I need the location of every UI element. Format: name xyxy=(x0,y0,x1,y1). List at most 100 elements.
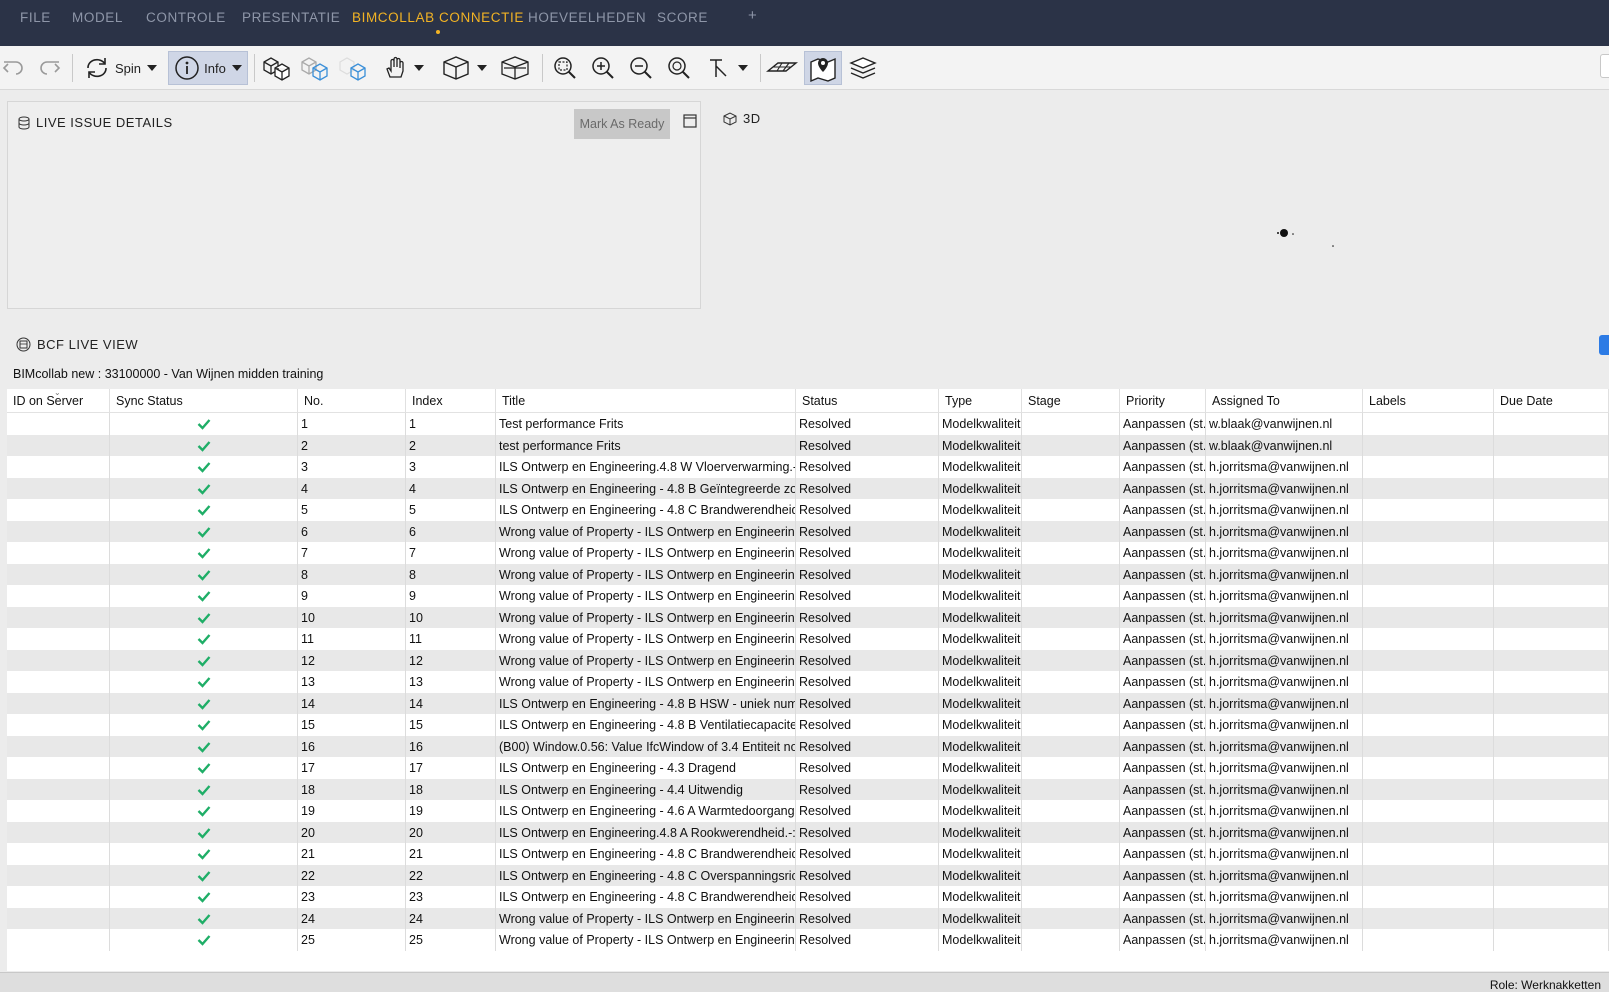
cell-assigned-to: h.jorritsma@vanwijnen.nl xyxy=(1206,757,1363,779)
column-header-priority[interactable]: Priority xyxy=(1120,389,1206,413)
transparent-button[interactable] xyxy=(298,51,332,85)
menu-tab-model[interactable]: MODEL xyxy=(72,0,123,46)
cell-labels xyxy=(1363,563,1494,586)
cell-assigned-to: h.jorritsma@vanwijnen.nl xyxy=(1206,606,1363,629)
section-box-button[interactable] xyxy=(496,51,534,85)
column-header-stage[interactable]: Stage xyxy=(1022,389,1120,413)
table-row[interactable]: 24 24 Wrong value of Property - ILS Ontwer… xyxy=(7,907,1609,930)
table-row[interactable]: 23 23 ILS Ontwerp en Engineering - 4.8 C B… xyxy=(7,886,1609,908)
cell-stage xyxy=(1022,714,1120,736)
zoom-extents-button[interactable] xyxy=(548,51,582,85)
chevron-down-icon xyxy=(147,65,158,71)
menu-tab-file[interactable]: FILE xyxy=(20,0,51,46)
table-row[interactable]: 7 7 Wrong value of Property - ILS Ontwerp … xyxy=(7,542,1609,564)
table-row[interactable]: 12 12 Wrong value of Property - ILS Ontwer… xyxy=(7,649,1609,672)
table-row[interactable]: 5 5 ILS Ontwerp en Engineering - 4.8 C Bra… xyxy=(7,499,1609,521)
column-header-index[interactable]: Index xyxy=(406,389,496,413)
cell-index: 3 xyxy=(406,456,496,478)
show-all-button[interactable] xyxy=(260,51,294,85)
table-row[interactable]: 1 1 Test performance Frits Resolved Modelkwa… xyxy=(7,413,1609,435)
redo-button[interactable] xyxy=(34,51,64,85)
table-row[interactable]: 10 10 Wrong value of Property - ILS Ontwer… xyxy=(7,606,1609,629)
cell-index: 4 xyxy=(406,477,496,500)
table-row[interactable]: 20 20 ILS Ontwerp en Engineering.4.8 A Roo… xyxy=(7,821,1609,844)
cell-assigned-to: h.jorritsma@vanwijnen.nl xyxy=(1206,542,1363,564)
boxes-transparent-icon xyxy=(301,57,328,81)
search-box-edge[interactable] xyxy=(1600,54,1609,78)
cell-title: Wrong value of Property - ILS Ontwerp en… xyxy=(496,542,796,564)
cell-stage xyxy=(1022,628,1120,650)
table-row[interactable]: 4 4 ILS Ontwerp en Engineering - 4.8 B Geï… xyxy=(7,477,1609,500)
3d-viewport[interactable]: 3D xyxy=(701,101,1609,323)
zoom-window-button[interactable] xyxy=(662,51,696,85)
measure-icon xyxy=(710,59,727,77)
measure-dropdown[interactable] xyxy=(700,51,754,85)
layers-button[interactable] xyxy=(844,51,882,85)
hand-dropdown[interactable] xyxy=(376,51,430,85)
cell-type: Modelkwaliteit xyxy=(939,843,1022,865)
table-row[interactable]: 8 8 Wrong value of Property - ILS Ontwerp … xyxy=(7,563,1609,586)
table-row[interactable]: 2 2 test performance Frits Resolved Modelkwa… xyxy=(7,434,1609,457)
maximize-icon[interactable] xyxy=(683,114,697,128)
cell-priority: Aanpassen (st... xyxy=(1120,821,1206,844)
table-row[interactable]: 3 3 ILS Ontwerp en Engineering.4.8 W Vloer… xyxy=(7,456,1609,478)
zoom-in-button[interactable] xyxy=(586,51,620,85)
chevron-down-icon xyxy=(738,65,748,71)
column-header-type[interactable]: Type xyxy=(939,389,1022,413)
cell-type: Modelkwaliteit xyxy=(939,929,1022,951)
cell-assigned-to: h.jorritsma@vanwijnen.nl xyxy=(1206,907,1363,930)
column-header-id-on-server[interactable]: ID on Server xyxy=(7,389,110,413)
map-pin-button[interactable] xyxy=(804,51,842,85)
add-tab-button[interactable]: + xyxy=(748,0,757,46)
spin-dropdown[interactable]: Spin xyxy=(80,51,160,85)
isolate-button[interactable] xyxy=(336,51,370,85)
table-row[interactable]: 21 21 ILS Ontwerp en Engineering - 4.8 C B… xyxy=(7,843,1609,865)
cell-no: 13 xyxy=(298,671,406,693)
column-header-title[interactable]: Title xyxy=(496,389,796,413)
column-header-no[interactable]: No. xyxy=(298,389,406,413)
column-header-labels[interactable]: Labels xyxy=(1363,389,1494,413)
table-row[interactable]: 18 18 ILS Ontwerp en Engineering - 4.4 Uit… xyxy=(7,778,1609,801)
menu-tab-controle[interactable]: CONTROLE xyxy=(146,0,226,46)
floor-plan-icon xyxy=(766,62,798,72)
cell-title: Wrong value of Property - ILS Ontwerp en… xyxy=(496,649,796,672)
spin-label: Spin xyxy=(114,60,142,76)
floor-plan-button[interactable] xyxy=(763,51,801,85)
sync-check-icon xyxy=(110,434,298,457)
table-row[interactable]: 11 11 Wrong value of Property - ILS Ontwer… xyxy=(7,628,1609,650)
table-row[interactable]: 13 13 Wrong value of Property - ILS Ontwer… xyxy=(7,671,1609,693)
side-panel-toggle[interactable] xyxy=(1599,335,1609,355)
column-header-due-date[interactable]: Due Date xyxy=(1494,389,1609,413)
menu-tab-score[interactable]: SCORE xyxy=(657,0,708,46)
menu-tab-bimcollab-connectie[interactable]: BIMCOLLAB CONNECTIE xyxy=(352,0,524,46)
undo-button[interactable] xyxy=(0,51,28,85)
menu-tab-hoeveelheden[interactable]: HOEVEELHEDEN xyxy=(528,0,646,46)
table-row[interactable]: 19 19 ILS Ontwerp en Engineering - 4.6 A W… xyxy=(7,800,1609,822)
zoom-out-icon xyxy=(630,57,652,79)
table-row-partial xyxy=(7,950,1609,959)
table-row[interactable]: 25 25 Wrong value of Property - ILS Ontwer… xyxy=(7,929,1609,951)
column-header-sync-status[interactable]: Sync Status xyxy=(110,389,298,413)
table-row[interactable]: 22 22 ILS Ontwerp en Engineering - 4.8 C O… xyxy=(7,864,1609,887)
cell-labels xyxy=(1363,413,1494,435)
table-row[interactable]: 17 17 ILS Ontwerp en Engineering - 4.3 Dra… xyxy=(7,757,1609,779)
table-row[interactable]: 16 16 (B00) Window.0.56: Value IfcWindow o… xyxy=(7,735,1609,758)
table-header: ⌄ ID on Server Sync Status No. Index Title St… xyxy=(7,389,1609,413)
cell-index: 19 xyxy=(406,800,496,822)
zoom-out-button[interactable] xyxy=(624,51,658,85)
column-header-status[interactable]: Status xyxy=(796,389,939,413)
cube-dropdown[interactable] xyxy=(436,51,492,85)
3d-tab[interactable]: 3D xyxy=(723,111,761,126)
column-header-assigned-to[interactable]: Assigned To xyxy=(1206,389,1363,413)
table-row[interactable]: 6 6 Wrong value of Property - ILS Ontwerp … xyxy=(7,520,1609,543)
table-row[interactable]: 14 14 ILS Ontwerp en Engineering - 4.8 B H… xyxy=(7,692,1609,715)
info-dropdown[interactable]: Info xyxy=(168,51,248,85)
table-row[interactable]: 15 15 ILS Ontwerp en Engineering - 4.8 B V… xyxy=(7,714,1609,736)
table-row[interactable]: 9 9 Wrong value of Property - ILS Ontwerp … xyxy=(7,585,1609,607)
cell-due-date xyxy=(1494,649,1609,672)
mark-as-ready-button[interactable]: Mark As Ready xyxy=(574,109,670,139)
menu-tab-presentatie[interactable]: PRESENTATIE xyxy=(242,0,340,46)
sync-check-icon xyxy=(110,843,298,865)
cell-assigned-to: h.jorritsma@vanwijnen.nl xyxy=(1206,456,1363,478)
cell-stage xyxy=(1022,671,1120,693)
